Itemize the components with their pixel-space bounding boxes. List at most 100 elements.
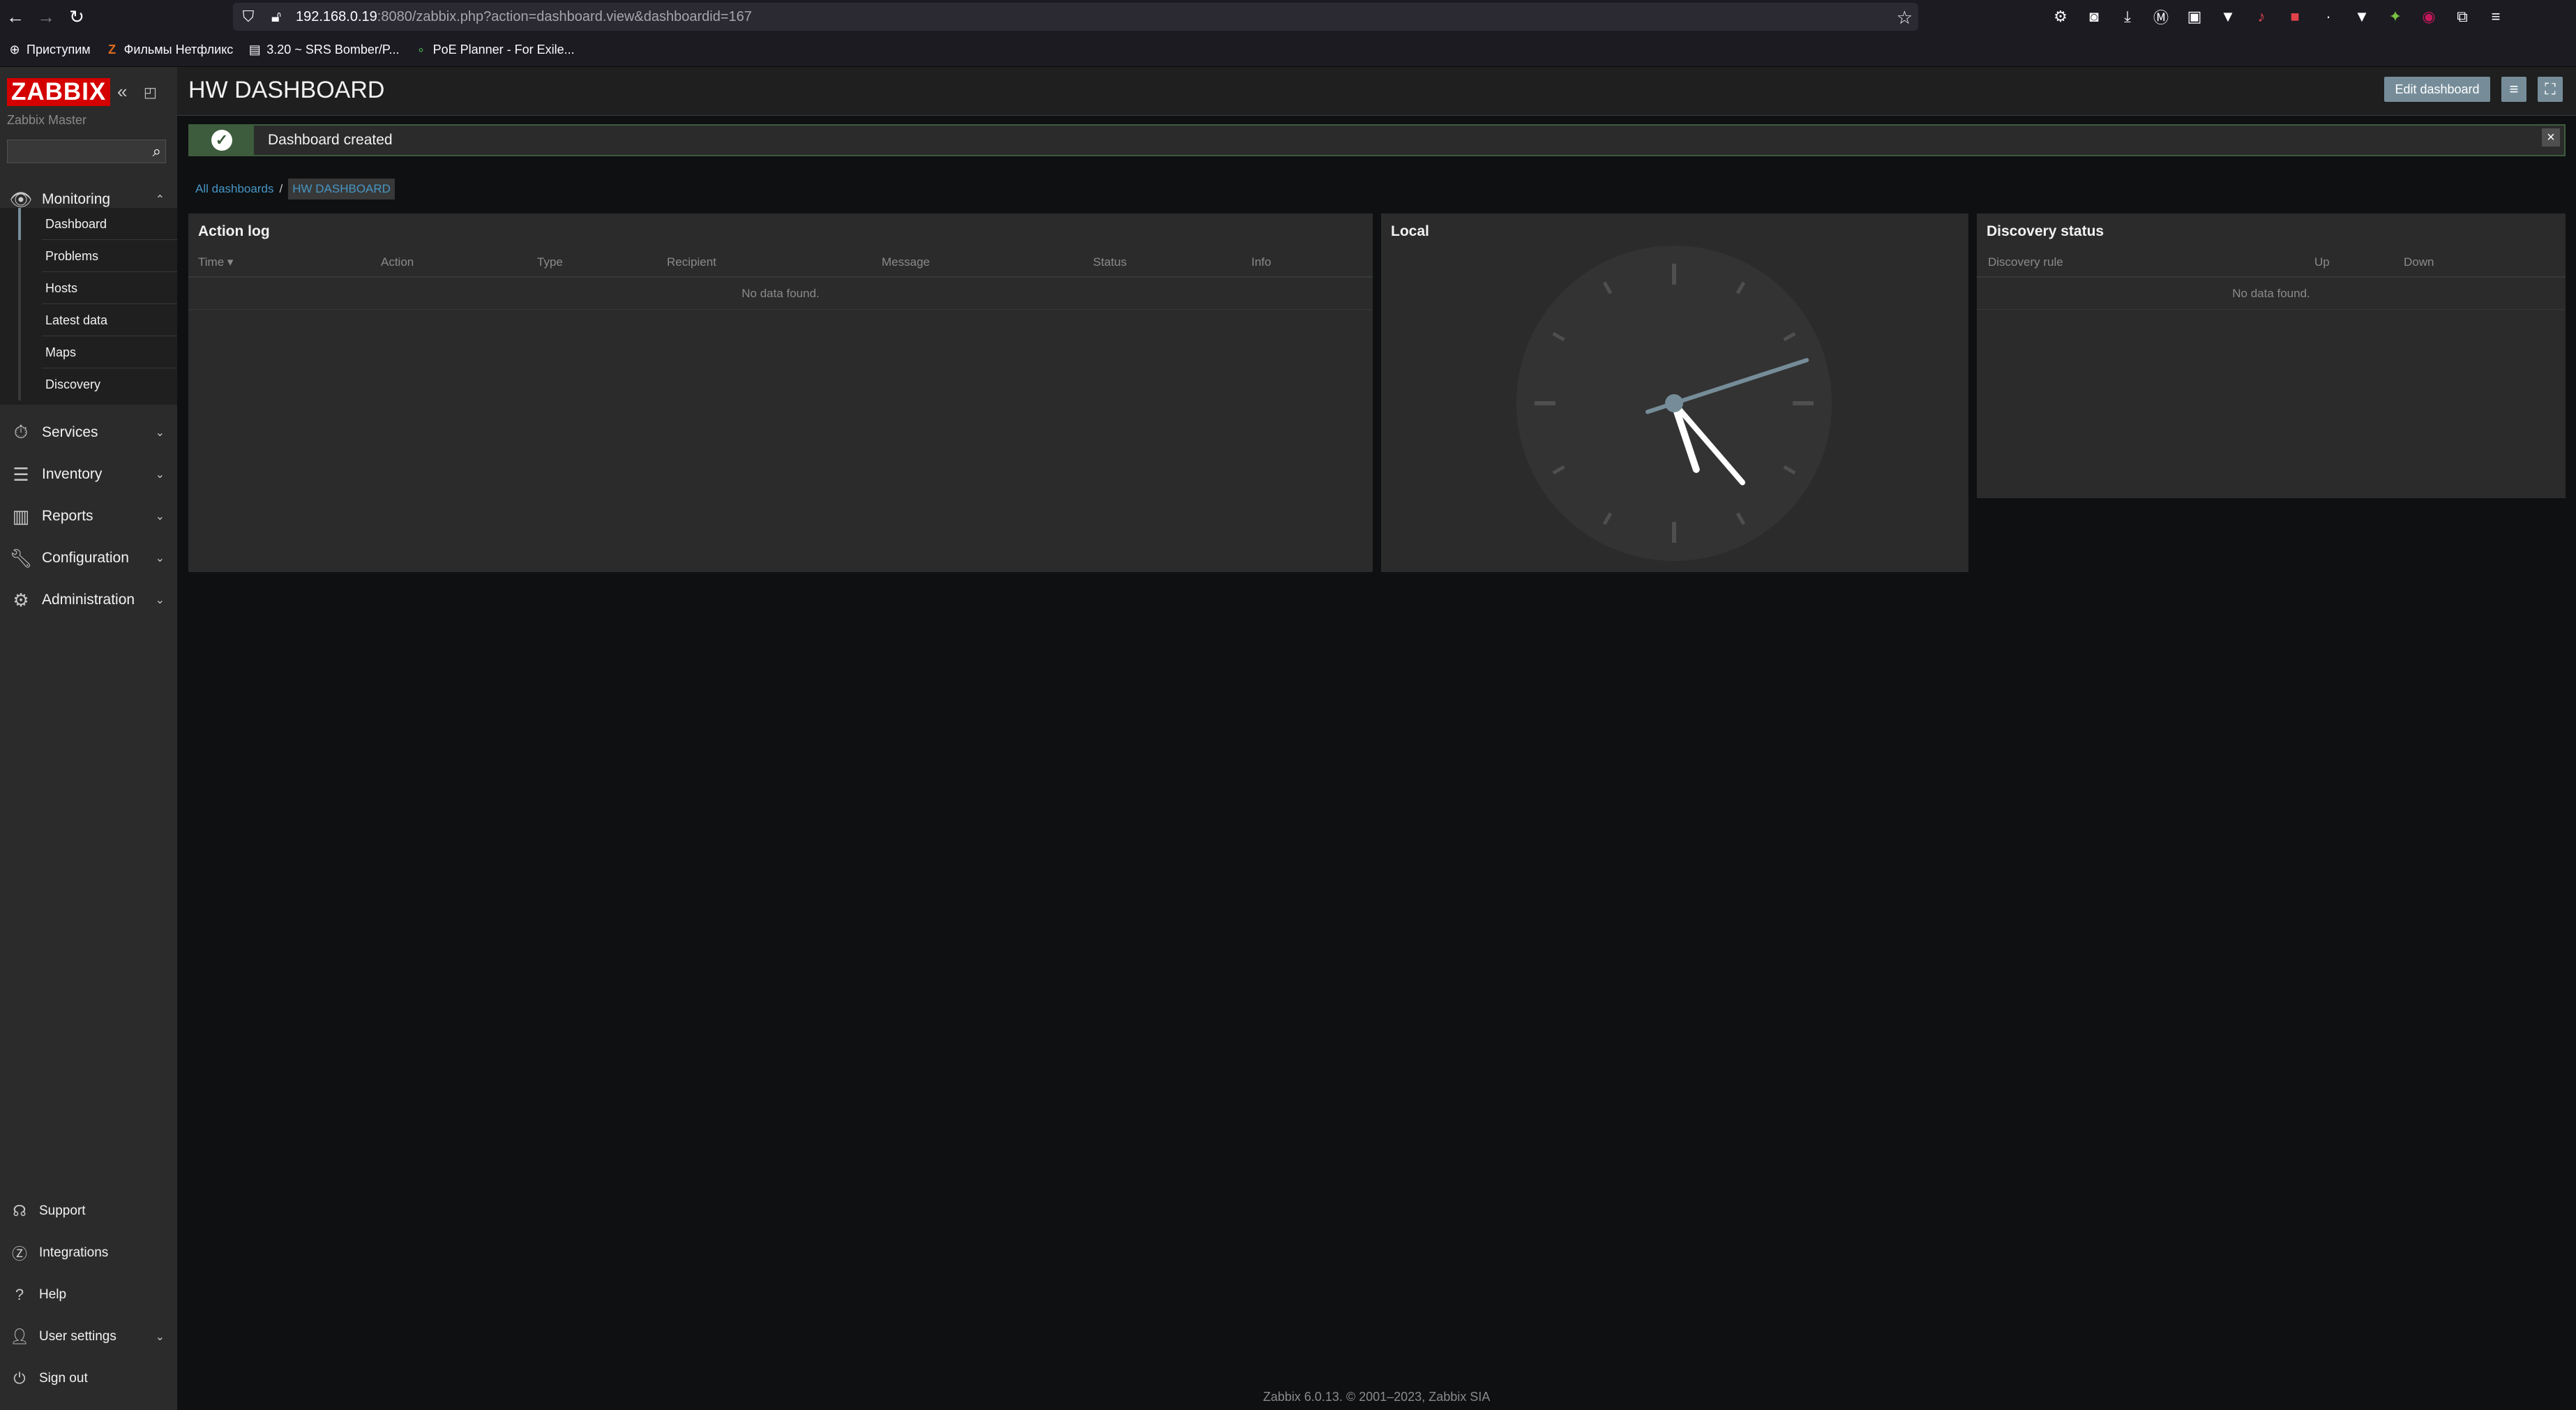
color-icon[interactable]: ✦ (2379, 8, 2412, 26)
bookmark-label: Фильмы Нетфликс (123, 43, 234, 57)
success-message: ✓ Dashboard created × (188, 124, 2566, 156)
music-icon[interactable]: ♪ (2245, 8, 2278, 26)
lock-extension-icon[interactable]: ■ (2278, 8, 2312, 26)
bookmark[interactable]: ▤ 3.20 ~ SRS Bomber/P... (247, 43, 400, 58)
download-icon[interactable]: ⤓ (2111, 8, 2144, 26)
bar-chart-icon: ▥ (12, 505, 30, 527)
menu-support[interactable]: ☊ Support (0, 1190, 177, 1232)
column-up: Up (2314, 255, 2330, 269)
column-time[interactable]: Time ▾ (198, 255, 233, 269)
menu-reports[interactable]: ▥ Reports ⌄ (0, 495, 177, 537)
column-down: Down (2404, 255, 2434, 269)
close-icon[interactable]: × (2542, 128, 2560, 147)
column-discovery-rule: Discovery rule (1988, 255, 2063, 269)
globe-icon: ⊕ (9, 43, 20, 57)
power-icon: ⏻ (13, 1370, 26, 1387)
menu-services[interactable]: ⏱︎ Services ⌄ (0, 412, 177, 453)
clock-center (1665, 394, 1683, 412)
message-text: Dashboard created (268, 132, 393, 148)
menu-icon[interactable]: ≡ (2479, 8, 2513, 26)
bookmark[interactable]: Z Фильмы Нетфликс (105, 43, 234, 58)
edit-dashboard-button[interactable]: Edit dashboard (2384, 77, 2490, 102)
dashboard-actions-menu-icon[interactable]: ≡ (2501, 77, 2526, 102)
back-icon[interactable]: ← (0, 0, 31, 33)
menu-user-settings[interactable]: 👤︎ User settings ⌄ (0, 1316, 177, 1358)
menu-inventory[interactable]: ☰ Inventory ⌄ (0, 453, 177, 495)
fullscreen-icon[interactable]: ⛶ (2538, 77, 2563, 102)
chevron-down-icon: ⌄ (155, 427, 165, 439)
shield-icon[interactable]: ⛉ (240, 8, 257, 26)
menu-sign-out[interactable]: ⏻ Sign out (0, 1358, 177, 1400)
menu-item-discovery[interactable]: Discovery (18, 368, 177, 400)
menu-item-hosts[interactable]: Hosts (18, 272, 177, 304)
reload-icon[interactable]: ↻ (61, 0, 92, 33)
menu-item-maps[interactable]: Maps (18, 336, 177, 368)
netflix-z-icon: Z (108, 43, 116, 57)
site-icon: ▤ (248, 43, 261, 57)
menu-configuration[interactable]: 🔧︎ Configuration ⌄ (0, 537, 177, 579)
extensions-icon[interactable]: ⧉ (2446, 8, 2479, 26)
widget-action-log: Action log Time ▾ Action Type Recipient … (188, 213, 1373, 572)
menu-label: Reports (42, 508, 93, 524)
widget-clock: Local (1381, 213, 1968, 572)
menu-item-label: Maps (45, 345, 77, 359)
main-content: HW DASHBOARD Edit dashboard ≡ ⛶ ✓ Dashbo… (177, 67, 2576, 1410)
eye-extension-icon[interactable]: ◉ (2412, 8, 2446, 26)
menu-label: Configuration (42, 550, 129, 566)
menu-item-latest-data[interactable]: Latest data (18, 304, 177, 336)
sidebar: ZABBIX « ◰ Zabbix Master ⌕ 👁︎ Monitoring… (0, 67, 177, 1410)
vue-icon[interactable]: ▼ (2345, 8, 2379, 26)
menu-help[interactable]: ? Help (0, 1274, 177, 1316)
discovery-table: Discovery rule Up Down No data found. (1977, 247, 2566, 310)
page-title: HW DASHBOARD (188, 77, 385, 103)
url-path: :8080/zabbix.php?action=dashboard.view&d… (377, 8, 752, 24)
lock-icon[interactable]: 🔓︎ (268, 8, 285, 26)
widget-discovery-status: Discovery status Discovery rule Up Down … (1977, 213, 2566, 498)
extension-m-icon[interactable]: Ⓜ (2144, 6, 2178, 28)
bookmark[interactable]: ⊕ Приступим (7, 43, 91, 58)
breadcrumb: All dashboards / HW DASHBOARD (195, 179, 395, 200)
column-status: Status (1093, 255, 1127, 269)
table-header: Time ▾ Action Type Recipient Message Sta… (188, 247, 1373, 278)
column-type: Type (537, 255, 563, 269)
menu-item-dashboard[interactable]: Dashboard (18, 208, 177, 240)
bookmark-label: Приступим (27, 43, 91, 57)
menu-administration[interactable]: ⚙ Administration ⌄ (0, 579, 177, 621)
zabbix-logo[interactable]: ZABBIX (7, 78, 111, 106)
pocket-icon[interactable]: ◙ (2077, 8, 2111, 26)
extension-icon[interactable]: · (2312, 8, 2345, 26)
all-dashboards-link[interactable]: All dashboards (195, 182, 273, 196)
menu-integrations[interactable]: Ⓩ Integrations (0, 1232, 177, 1274)
extension-icon[interactable]: ⚙ (2044, 8, 2077, 26)
menu-item-label: Discovery (45, 377, 101, 391)
menu-item-problems[interactable]: Problems (18, 240, 177, 272)
header-bar: HW DASHBOARD Edit dashboard ≡ ⛶ (177, 67, 2576, 116)
menu-label: Services (42, 424, 98, 440)
column-message: Message (882, 255, 930, 269)
column-info: Info (1251, 255, 1272, 269)
compact-view-icon[interactable]: ◰ (144, 84, 157, 101)
wrench-icon: 🔧︎ (9, 547, 33, 569)
chevron-down-icon: ⌄ (155, 594, 165, 606)
gear-icon: ⚙ (13, 589, 29, 610)
search-input[interactable]: ⌕ (7, 140, 166, 163)
menu-item-label: Latest data (45, 313, 108, 327)
menu-item-label: Hosts (45, 280, 78, 295)
bookmark[interactable]: ∘ PoE Planner - For Exile... (414, 43, 575, 58)
no-data-message: No data found. (188, 278, 1373, 310)
widget-title: Local (1391, 223, 1429, 239)
extension-icon[interactable]: ▣ (2178, 8, 2211, 26)
checkmark-icon: ✓ (211, 130, 232, 151)
collapse-sidebar-icon[interactable]: « (117, 81, 127, 103)
browser-toolbar: ← → ↻ ⛉ 🔓︎ 192.168.0.19 :8080/zabbix.php… (0, 0, 2576, 33)
current-dashboard-link[interactable]: HW DASHBOARD (288, 179, 395, 200)
menu-label: Support (39, 1203, 86, 1218)
eye-icon: 👁︎ (9, 188, 33, 210)
menu-label: Integrations (39, 1245, 109, 1260)
vpn-icon[interactable]: ▼ (2211, 8, 2245, 26)
search-icon[interactable]: ⌕ (153, 142, 161, 160)
forward-icon[interactable]: → (31, 0, 61, 33)
address-bar[interactable]: ⛉ 🔓︎ 192.168.0.19 :8080/zabbix.php?actio… (233, 3, 1918, 31)
bookmark-star-icon[interactable]: ☆ (1897, 7, 1913, 29)
menu-label: Inventory (42, 466, 103, 482)
